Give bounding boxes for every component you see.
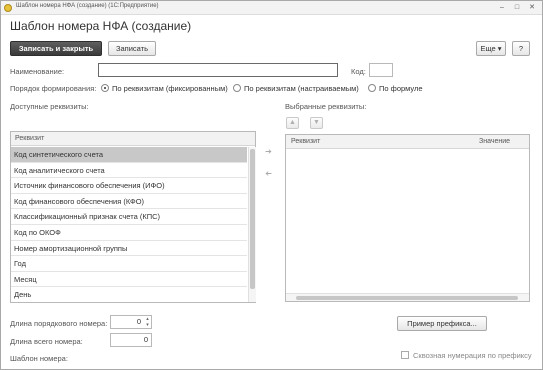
order-label: Порядок формирования: — [10, 84, 97, 93]
selected-label: Выбранные реквизиты: — [285, 102, 367, 111]
through-numbering-checkbox[interactable] — [401, 351, 409, 359]
order-radio-custom[interactable] — [233, 84, 241, 92]
available-table-header: Реквизит — [11, 132, 255, 146]
available-label: Доступные реквизиты: — [10, 102, 89, 111]
order-radio-fixed[interactable] — [101, 84, 109, 92]
list-item[interactable]: Источник финансового обеспечения (ИФО) — [11, 178, 247, 194]
save-button[interactable]: Записать — [108, 41, 156, 56]
vertical-scrollbar[interactable] — [248, 147, 256, 302]
total-length-field: 0 — [110, 333, 152, 347]
name-label: Наименование: — [10, 67, 65, 76]
list-item[interactable]: Код синтетического счета — [11, 147, 247, 163]
order-option-custom[interactable]: По реквизитам (настраиваемым) — [244, 84, 359, 93]
scrollbar-thumb[interactable] — [250, 149, 255, 289]
minimize-icon[interactable]: – — [497, 3, 507, 13]
through-numbering-label[interactable]: Сквозная нумерация по префиксу — [413, 351, 532, 360]
order-option-formula[interactable]: По формуле — [379, 84, 423, 93]
app-window: Шаблон номера НФА (создание) (1С:Предпри… — [0, 0, 543, 370]
column-header-value[interactable]: Значение — [479, 138, 510, 145]
column-header-attribute[interactable]: Реквизит — [15, 135, 44, 142]
save-and-close-button[interactable]: Записать и закрыть — [10, 41, 102, 56]
selected-table-header: Реквизит Значение — [286, 135, 529, 149]
list-item[interactable]: Год — [11, 256, 247, 272]
list-item[interactable]: День — [11, 287, 247, 303]
app-logo-icon — [4, 4, 12, 12]
list-item[interactable]: Код финансового обеспечения (КФО) — [11, 194, 247, 210]
template-label: Шаблон номера: — [10, 354, 68, 363]
list-item[interactable]: Код аналитического счета — [11, 163, 247, 179]
more-menu-button[interactable]: Еще ▾ — [476, 41, 506, 56]
prefix-example-button[interactable]: Пример префикса... — [397, 316, 487, 331]
move-down-button[interactable]: ▼ — [310, 117, 323, 129]
seq-length-label: Длина порядкового номера: — [10, 319, 108, 328]
total-length-label: Длина всего номера: — [10, 337, 83, 346]
help-button[interactable]: ? — [512, 41, 530, 56]
move-up-button[interactable]: ▲ — [286, 117, 299, 129]
remove-arrow-icon[interactable]: ➔ — [263, 168, 274, 179]
order-option-fixed[interactable]: По реквизитам (фиксированным) — [112, 84, 228, 93]
code-label: Код: — [351, 67, 366, 76]
list-item[interactable]: Код по ОКОФ — [11, 225, 247, 241]
selected-table[interactable]: Реквизит Значение — [285, 134, 530, 302]
maximize-icon[interactable]: □ — [512, 3, 522, 13]
name-field[interactable] — [98, 63, 338, 77]
stepper-arrows-icon[interactable]: ▴ ▾ — [144, 316, 151, 328]
list-item[interactable]: Номер амортизационной группы — [11, 241, 247, 257]
column-header-attribute[interactable]: Реквизит — [291, 138, 320, 145]
code-field[interactable] — [369, 63, 393, 77]
page-title: Шаблон номера НФА (создание) — [10, 19, 192, 33]
available-table[interactable]: Реквизит Код синтетического счета Код ан… — [10, 131, 256, 303]
window-title: Шаблон номера НФА (создание) (1С:Предпри… — [16, 3, 159, 9]
order-radio-formula[interactable] — [368, 84, 376, 92]
close-icon[interactable]: ✕ — [527, 3, 537, 13]
add-arrow-icon[interactable]: ➔ — [263, 146, 274, 157]
horizontal-scrollbar[interactable] — [286, 293, 529, 301]
list-item[interactable]: Классификационный признак счета (КПС) — [11, 209, 247, 225]
scrollbar-thumb[interactable] — [296, 296, 518, 300]
title-bar: Шаблон номера НФА (создание) (1С:Предпри… — [1, 1, 542, 15]
list-item[interactable]: Месяц — [11, 272, 247, 288]
